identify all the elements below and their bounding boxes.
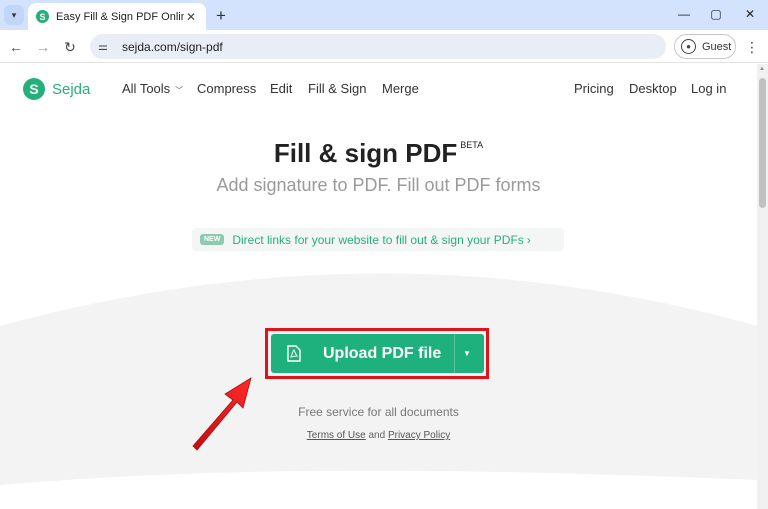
beta-badge: BETA: [460, 140, 484, 150]
profile-guest-button[interactable]: ● Guest: [674, 34, 736, 59]
upload-pdf-button[interactable]: Upload PDF file ▼: [271, 334, 484, 373]
site-navbar: S Sejda All Tools ﹀ Compress Edit Fill & …: [0, 64, 757, 116]
sejda-logo[interactable]: S Sejda: [23, 78, 90, 100]
upload-options-caret-down-icon[interactable]: ▼: [463, 349, 471, 358]
nav-log-in[interactable]: Log in: [691, 81, 726, 96]
browser-tab[interactable]: S Easy Fill & Sign PDF Online ✕: [28, 3, 206, 30]
promo-text: Direct links for your website to fill ou…: [232, 232, 524, 247]
nav-all-tools[interactable]: All Tools ﹀: [122, 81, 183, 96]
new-badge: NEW: [200, 234, 225, 245]
button-divider: [454, 334, 455, 373]
pdf-file-icon: [287, 345, 301, 362]
nav-merge[interactable]: Merge: [382, 81, 419, 96]
minimize-icon[interactable]: —: [670, 4, 698, 24]
address-bar[interactable]: ⚌ sejda.com/sign-pdf: [90, 34, 666, 59]
nav-edit[interactable]: Edit: [270, 81, 292, 96]
new-tab-plus-icon[interactable]: +: [211, 5, 231, 25]
url-text[interactable]: sejda.com/sign-pdf: [122, 40, 223, 54]
terms-of-use-link[interactable]: Terms of Use: [307, 430, 366, 441]
scrollbar-thumb[interactable]: [759, 78, 766, 208]
scroll-up-arrow-icon[interactable]: ▲: [759, 66, 765, 72]
close-window-icon[interactable]: ✕: [736, 4, 764, 24]
tab-title: Easy Fill & Sign PDF Online: [56, 10, 184, 23]
free-service-text: Free service for all documents: [298, 405, 459, 419]
chevron-down-icon: ﹀: [175, 86, 184, 95]
page-viewport: S Sejda All Tools ﹀ Compress Edit Fill & …: [0, 64, 757, 509]
page-title: Fill & sign PDF BETA: [0, 138, 757, 169]
logo-text: Sejda: [52, 80, 91, 98]
reload-icon[interactable]: ↻: [59, 36, 81, 58]
nav-all-tools-label: All Tools: [122, 81, 171, 96]
person-icon: ●: [681, 39, 696, 54]
browser-tab-bar: ▾ S Easy Fill & Sign PDF Online ✕ + — ▢ …: [0, 0, 768, 30]
page-subtitle: Add signature to PDF. Fill out PDF forms: [216, 175, 541, 195]
legal-links: Terms of Use and Privacy Policy: [0, 430, 757, 441]
back-arrow-icon[interactable]: ←: [5, 36, 27, 58]
nav-fill-sign[interactable]: Fill & Sign: [308, 81, 367, 96]
tab-search-chevron-down-icon[interactable]: ▾: [4, 5, 24, 25]
maximize-icon[interactable]: ▢: [702, 4, 730, 24]
browser-menu-kebab-icon[interactable]: ⋮: [744, 36, 760, 58]
tab-close-icon[interactable]: ✕: [184, 10, 198, 24]
background-wave: [0, 273, 757, 509]
nav-pricing[interactable]: Pricing: [574, 81, 614, 96]
nav-compress[interactable]: Compress: [197, 81, 256, 96]
promo-link[interactable]: NEW Direct links for your website to fil…: [192, 228, 564, 251]
sejda-favicon-icon: S: [36, 10, 49, 23]
sejda-logo-mark-icon: S: [23, 78, 45, 100]
privacy-policy-link[interactable]: Privacy Policy: [388, 430, 450, 441]
page-scrollbar[interactable]: ▲: [757, 64, 768, 509]
profile-label: Guest: [702, 40, 732, 53]
upload-button-label: Upload PDF file: [323, 344, 442, 362]
page-title-text: Fill & sign PDF: [273, 138, 458, 168]
browser-toolbar: ← → ↻ ⚌ sejda.com/sign-pdf ● Guest ⋮: [0, 30, 768, 63]
legal-and-text: and: [368, 430, 386, 441]
site-info-tune-icon[interactable]: ⚌: [98, 40, 116, 53]
forward-arrow-icon[interactable]: →: [32, 36, 54, 58]
chevron-right-icon: ›: [526, 232, 531, 247]
nav-desktop[interactable]: Desktop: [629, 81, 677, 96]
red-arrow-annotation-icon: [192, 377, 252, 451]
